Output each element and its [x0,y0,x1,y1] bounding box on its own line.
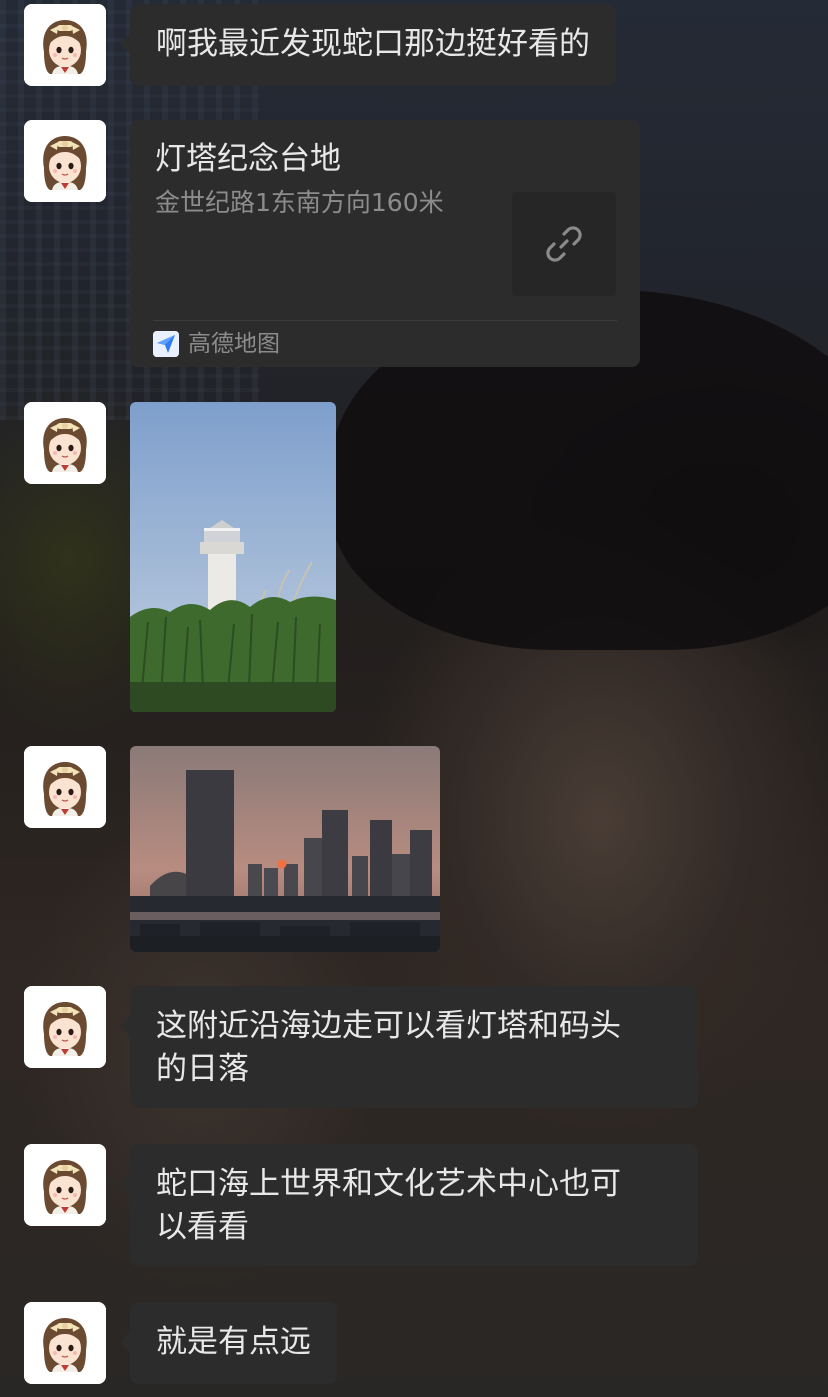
avatar-image [24,746,106,828]
message-bubble[interactable]: 啊我最近发现蛇口那边挺好看的 [120,4,616,86]
avatar[interactable] [24,4,106,86]
avatar[interactable] [24,746,106,828]
skyline-sunset-photo[interactable] [130,746,440,952]
avatar-image [24,4,106,86]
card-source-label: 高德地图 [188,331,280,357]
lighthouse-photo[interactable] [130,402,336,712]
avatar[interactable] [24,120,106,202]
message-text-line: 这附近沿海边走可以看灯塔和码头 [156,1008,621,1044]
message-text-line: 蛇口海上世界和文化艺术中心也可 [156,1166,621,1202]
avatar-image [24,120,106,202]
message-bubble[interactable]: 蛇口海上世界和文化艺术中心也可 以看看 [120,1144,698,1266]
avatar-image [24,402,106,484]
location-card[interactable]: 灯塔纪念台地 金世纪路1东南方向160米 高德地图 [130,120,640,367]
location-address: 金世纪路1东南方向160米 [155,188,444,217]
amap-icon [153,331,179,357]
message-text-line: 以看看 [156,1209,249,1245]
avatar-image [24,1302,106,1384]
avatar[interactable] [24,1302,106,1384]
message-text-line: 的日落 [156,1051,249,1087]
avatar[interactable] [24,986,106,1068]
avatar[interactable] [24,1144,106,1226]
location-title: 灯塔纪念台地 [155,141,341,177]
avatar-image [24,986,106,1068]
avatar-image [24,1144,106,1226]
message-bubble[interactable]: 就是有点远 [120,1302,337,1384]
message-bubble[interactable]: 这附近沿海边走可以看灯塔和码头 的日落 [120,986,698,1108]
card-divider [153,320,617,321]
avatar[interactable] [24,402,106,484]
message-text: 啊我最近发现蛇口那边挺好看的 [156,26,590,62]
message-text: 就是有点远 [156,1324,311,1360]
link-icon [546,226,582,262]
link-thumbnail [512,192,616,296]
